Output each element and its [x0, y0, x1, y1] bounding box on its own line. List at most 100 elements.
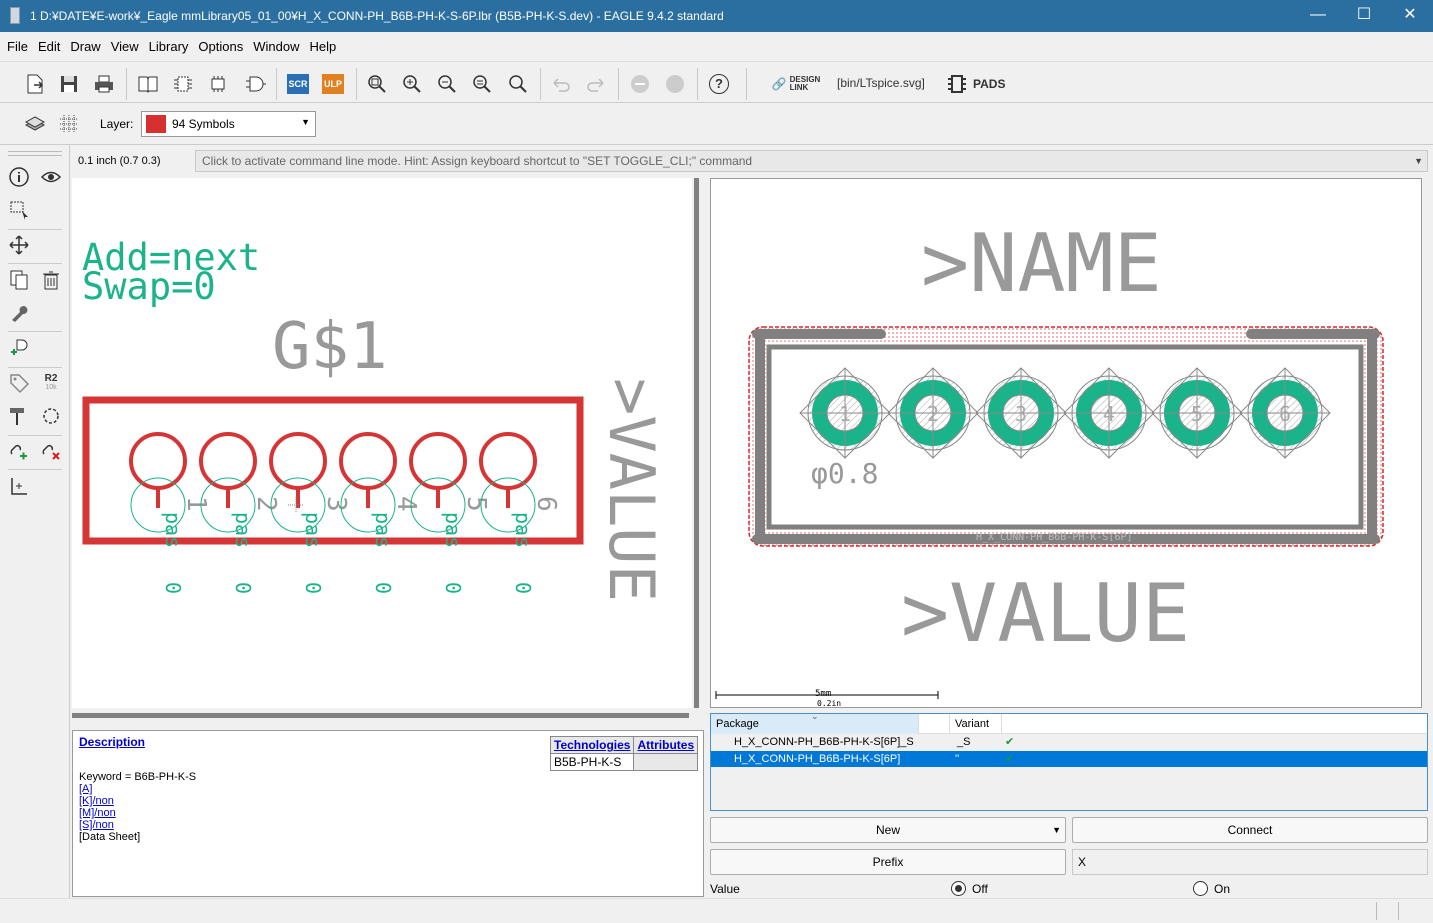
zoom-in-icon[interactable]	[399, 71, 425, 97]
symbol-pin[interactable]: 4pas 0	[339, 432, 421, 594]
ulp-icon[interactable]: ULP	[320, 71, 346, 97]
disconnect-pin-icon[interactable]	[38, 438, 64, 464]
new-button[interactable]: New ▼	[710, 817, 1066, 843]
chevron-down-icon[interactable]: ▼	[1414, 151, 1423, 171]
minimize-button[interactable]: —	[1295, 0, 1341, 32]
show-eye-icon[interactable]	[38, 164, 64, 190]
variant-list: Package ⌄ Variant H_X_CONN-PH_B6B-PH-K-S…	[710, 711, 1428, 811]
svg-text:2: 2	[927, 402, 939, 426]
command-row: 0.1 inch (0.7 0.3) Click to activate com…	[72, 147, 1433, 175]
chevron-down-icon: ▼	[301, 117, 310, 127]
go-icon[interactable]	[662, 71, 688, 97]
menu-window[interactable]: Window	[248, 32, 304, 61]
attribute-tag-icon[interactable]	[6, 370, 32, 396]
value-off-label[interactable]: Off	[972, 882, 988, 896]
zoom-area-icon[interactable]	[505, 71, 531, 97]
help-icon[interactable]: ?	[706, 71, 732, 97]
main-toolbar: SCR ULP ? 🔗 DESIGN LINK [bin/LTspice.svg…	[0, 61, 1433, 103]
print-icon[interactable]	[91, 71, 117, 97]
menu-library[interactable]: Library	[144, 32, 194, 61]
description-link[interactable]: Description	[79, 735, 145, 749]
menu-options[interactable]: Options	[193, 32, 248, 61]
pads-label[interactable]: PADS	[973, 77, 1005, 91]
link-a[interactable]: [A]	[79, 783, 92, 795]
device-icon[interactable]	[170, 71, 196, 97]
symbol-icon[interactable]	[242, 71, 268, 97]
close-button[interactable]: ✕	[1387, 0, 1433, 32]
smash-icon[interactable]	[6, 403, 32, 429]
pads-icon[interactable]	[944, 71, 970, 97]
variant-row-selected[interactable]: H_X_CONN-PH_B6B-PH-K-S[6P] '' ✔	[711, 751, 1427, 767]
package-icon[interactable]	[205, 71, 231, 97]
symbol-canvas[interactable]: Add=next Swap=0 G$1 1 pas 0 2 pas 0 3 pas 0 4 pas 0…	[72, 178, 692, 708]
technologies-header[interactable]: Technologies	[549, 736, 635, 754]
symbol-value-text: >VALUE	[595, 378, 668, 602]
technologies-table: Technologies Attributes B5B-PH-K-S	[549, 736, 699, 771]
design-link-button[interactable]: 🔗 DESIGN LINK	[766, 71, 826, 97]
layer-select[interactable]: 94 Symbols ▼	[141, 111, 316, 137]
svg-text:pas: pas	[231, 512, 255, 548]
script-icon[interactable]: SCR	[285, 71, 311, 97]
variant-row[interactable]: H_X_CONN-PH_B6B-PH-K-S[6P]_S _S ✔	[711, 734, 1427, 750]
gate-swap-icon[interactable]	[38, 403, 64, 429]
connect-pin-icon[interactable]	[6, 438, 32, 464]
package-column-header[interactable]: Package	[716, 718, 759, 730]
zoom-fit-icon[interactable]	[364, 71, 390, 97]
zoom-redraw-icon[interactable]	[469, 71, 495, 97]
stop-icon[interactable]	[627, 71, 653, 97]
gate-name-text: G$1	[272, 310, 388, 384]
zoom-out-icon[interactable]	[434, 71, 460, 97]
script-path-button[interactable]: [bin/LTspice.svg]	[837, 76, 925, 90]
info-icon[interactable]	[6, 164, 32, 190]
svg-text:3: 3	[1015, 402, 1027, 426]
technology-cell[interactable]: B5B-PH-K-S	[549, 753, 635, 771]
symbol-pin[interactable]: 5pas 0	[409, 432, 491, 594]
symbol-pin[interactable]: 2pas 0	[199, 432, 281, 594]
prefix-button[interactable]: Prefix	[710, 849, 1066, 875]
variant-column-header[interactable]: Variant	[955, 718, 989, 730]
symbol-pin[interactable]: 6pas 0	[479, 432, 561, 594]
maximize-button[interactable]: ☐	[1341, 0, 1387, 32]
attribute-cell[interactable]	[633, 753, 699, 771]
save-icon[interactable]	[56, 71, 82, 97]
layer-settings-icon[interactable]	[22, 111, 48, 137]
library-book-icon[interactable]	[135, 71, 161, 97]
layer-color-swatch	[146, 115, 166, 133]
move-icon[interactable]	[6, 232, 32, 258]
value-on-radio[interactable]	[1193, 881, 1208, 896]
svg-text:pas: pas	[301, 512, 325, 548]
group-select-icon[interactable]	[6, 197, 32, 223]
value-icon[interactable]: R2 10k	[38, 370, 64, 396]
link-k-non[interactable]: [K]/non	[79, 795, 114, 807]
horizontal-scrollbar[interactable]	[72, 708, 702, 722]
vertical-scrollbar[interactable]	[692, 178, 702, 708]
menu-draw[interactable]: Draw	[65, 32, 105, 61]
sort-chevron-icon: ⌄	[811, 711, 819, 721]
add-part-icon[interactable]	[6, 335, 32, 361]
command-line-input[interactable]: Click to activate command line mode. Hin…	[195, 150, 1428, 172]
package-value-text: >VALUE	[901, 567, 1190, 660]
connect-button[interactable]: Connect	[1072, 817, 1428, 843]
copy-icon[interactable]	[6, 267, 32, 293]
link-m-non[interactable]: [M]/non	[79, 807, 116, 819]
open-icon[interactable]	[22, 71, 48, 97]
prefix-field[interactable]: X	[1072, 849, 1428, 875]
scale-bottom-label: 0.2in	[817, 699, 841, 707]
grid-icon[interactable]	[56, 111, 82, 137]
svg-text:pas: pas	[161, 512, 185, 548]
symbol-pin[interactable]: 1pas 0	[129, 432, 211, 594]
menu-file[interactable]: File	[2, 32, 33, 61]
undo-icon[interactable]	[548, 71, 574, 97]
mark-origin-icon[interactable]	[6, 473, 32, 499]
symbol-pin[interactable]: 3pas 0	[269, 432, 351, 594]
value-off-radio[interactable]	[951, 881, 966, 896]
menu-edit[interactable]: Edit	[33, 32, 65, 61]
menu-help[interactable]: Help	[304, 32, 341, 61]
delete-icon[interactable]	[38, 267, 64, 293]
link-s-non[interactable]: [S]/non	[79, 819, 114, 831]
menu-view[interactable]: View	[106, 32, 144, 61]
redo-icon[interactable]	[583, 71, 609, 97]
value-on-label[interactable]: On	[1214, 882, 1230, 896]
attributes-header[interactable]: Attributes	[633, 736, 699, 754]
wrench-icon[interactable]	[6, 300, 32, 326]
